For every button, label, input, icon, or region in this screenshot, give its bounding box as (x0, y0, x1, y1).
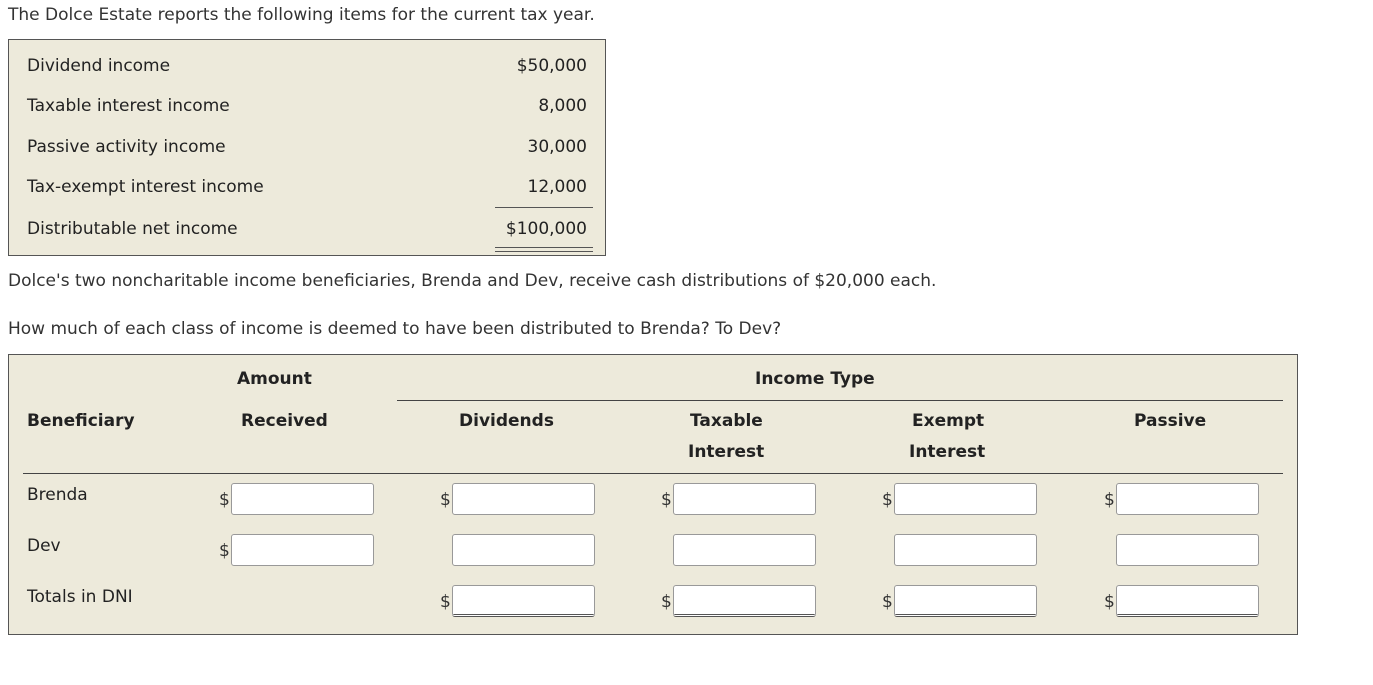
header-beneficiary: Beneficiary (27, 411, 135, 431)
brenda-passive-input[interactable] (1116, 483, 1259, 515)
dev-exempt-interest-input[interactable] (894, 534, 1037, 566)
item-label: Distributable net income (27, 219, 238, 239)
header-income-type: Income Type (755, 369, 875, 389)
row-label-brenda: Brenda (27, 485, 88, 505)
dollar-sign: $ (882, 592, 893, 612)
dev-passive-input[interactable] (1116, 534, 1259, 566)
dollar-sign: $ (1104, 490, 1115, 510)
brenda-taxable-interest-input[interactable] (673, 483, 816, 515)
brenda-amount-input[interactable] (231, 483, 374, 515)
dev-amount-input[interactable] (231, 534, 374, 566)
dollar-sign: $ (219, 490, 230, 510)
header-rule (23, 473, 1283, 474)
header-passive: Passive (1134, 411, 1207, 431)
income-type-rule (397, 400, 1283, 401)
dollar-sign: $ (882, 490, 893, 510)
row-label-totals: Totals in DNI (27, 587, 133, 607)
total-passive-input[interactable] (1116, 585, 1259, 617)
item-row-dividend: Dividend income $50,000 (9, 56, 605, 80)
row-label-dev: Dev (27, 536, 61, 556)
total-exempt-interest-input[interactable] (894, 585, 1037, 617)
item-row-dni: Distributable net income $100,000 (9, 219, 605, 243)
header-taxable: Taxable (690, 411, 763, 431)
dollar-sign: $ (440, 592, 451, 612)
item-value: $50,000 (516, 56, 587, 76)
header-amount: Amount (237, 369, 312, 389)
header-exempt-interest: Interest (909, 442, 986, 462)
brenda-dividends-input[interactable] (452, 483, 595, 515)
dollar-sign: $ (661, 490, 672, 510)
item-label: Tax-exempt interest income (27, 177, 264, 197)
dev-dividends-input[interactable] (452, 534, 595, 566)
total-double-line (495, 247, 593, 252)
item-label: Dividend income (27, 56, 171, 76)
header-exempt: Exempt (912, 411, 985, 431)
sum-line (495, 207, 593, 208)
item-label: Taxable interest income (27, 96, 230, 116)
intro-text: The Dolce Estate reports the following i… (8, 5, 595, 25)
distribution-grid: Amount Income Type Beneficiary Received … (8, 354, 1298, 635)
header-dividends: Dividends (459, 411, 554, 431)
item-value: 12,000 (527, 177, 587, 197)
item-value: 30,000 (527, 137, 587, 157)
total-dividends-input[interactable] (452, 585, 595, 617)
item-row-tax-exempt: Tax-exempt interest income 12,000 (9, 177, 605, 201)
beneficiaries-paragraph: Dolce's two noncharitable income benefic… (8, 271, 937, 291)
question-text: How much of each class of income is deem… (8, 319, 782, 339)
dollar-sign: $ (661, 592, 672, 612)
dollar-sign: $ (440, 490, 451, 510)
header-taxable-interest: Interest (688, 442, 765, 462)
item-label: Passive activity income (27, 137, 226, 157)
estate-items-table: Dividend income $50,000 Taxable interest… (8, 39, 606, 256)
total-taxable-interest-input[interactable] (673, 585, 816, 617)
header-received: Received (241, 411, 328, 431)
dollar-sign: $ (219, 541, 230, 561)
item-value: 8,000 (538, 96, 587, 116)
item-row-passive: Passive activity income 30,000 (9, 137, 605, 161)
dollar-sign: $ (1104, 592, 1115, 612)
brenda-exempt-interest-input[interactable] (894, 483, 1037, 515)
item-value: $100,000 (505, 219, 587, 239)
item-row-taxable-interest: Taxable interest income 8,000 (9, 96, 605, 120)
dev-taxable-interest-input[interactable] (673, 534, 816, 566)
